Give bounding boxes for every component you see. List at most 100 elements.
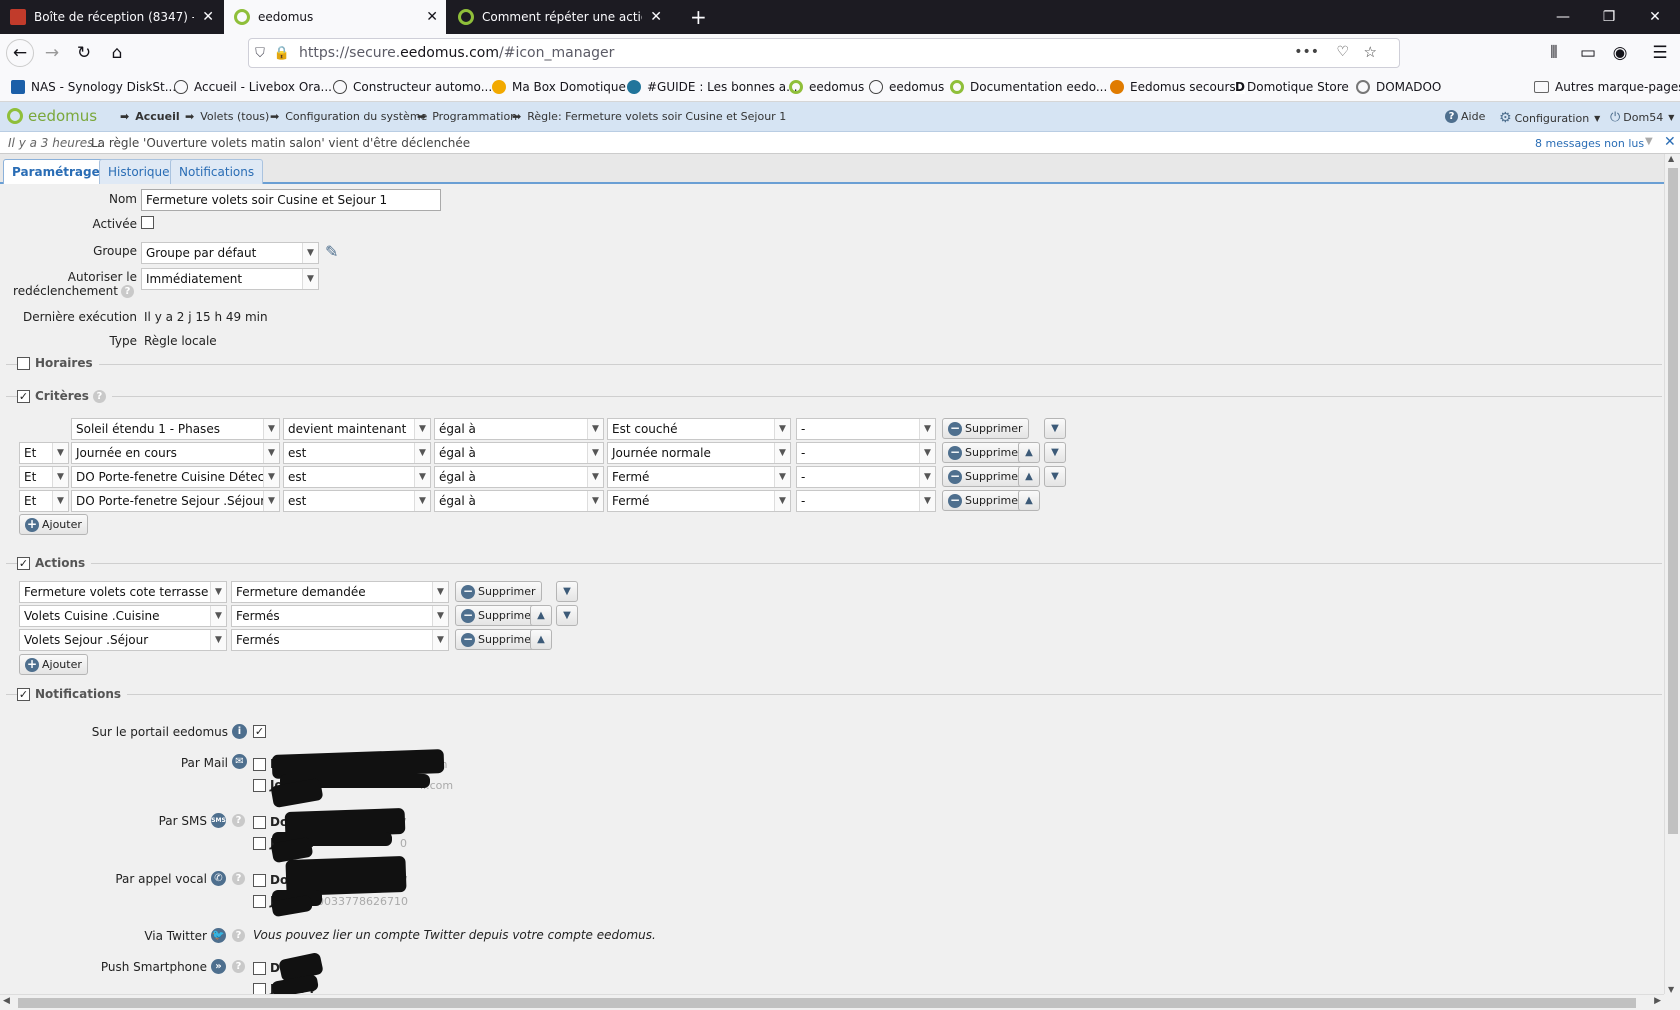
- action-value-select[interactable]: Fermés ▼: [231, 629, 449, 651]
- close-window-icon[interactable]: ✕: [1632, 0, 1678, 34]
- push-dom54-checkbox[interactable]: [253, 962, 266, 975]
- menu-icon[interactable]: ☰: [1646, 39, 1674, 67]
- section-actions[interactable]: ✓ Actions: [17, 556, 92, 570]
- close-tab-icon[interactable]: ✕: [202, 9, 214, 25]
- help-icon[interactable]: ?: [232, 872, 245, 885]
- breadcrumb-configuration[interactable]: ➡ Configuration du système: [270, 110, 427, 123]
- tab-notifications[interactable]: Notifications: [170, 159, 264, 184]
- remove-action-button[interactable]: − Supprimer: [455, 581, 542, 602]
- help-icon[interactable]: ?: [121, 285, 134, 298]
- move-down-icon[interactable]: ▼: [556, 605, 578, 626]
- move-down-icon[interactable]: ▼: [556, 581, 578, 602]
- groupe-select[interactable]: Groupe par défaut ▼: [141, 242, 319, 264]
- tab-parametrage[interactable]: Paramétrage: [3, 159, 109, 184]
- mail-joce54-checkbox[interactable]: [253, 779, 266, 792]
- user-menu[interactable]: ⏻ Dom54 ▼: [1610, 110, 1674, 125]
- move-down-icon[interactable]: ▼: [1044, 442, 1066, 463]
- sms-dom54-checkbox[interactable]: [253, 816, 266, 829]
- criteres-checkbox[interactable]: ✓: [17, 389, 30, 403]
- help-icon[interactable]: ?: [232, 929, 245, 942]
- criterion-cond-select[interactable]: est ▼: [283, 466, 431, 488]
- breadcrumb-accueil[interactable]: ➡ Accueil: [120, 110, 180, 123]
- section-criteres[interactable]: ✓ Critères?: [17, 389, 112, 403]
- eedomus-logo[interactable]: eedomus: [7, 107, 97, 125]
- action-value-select[interactable]: Fermeture demandée ▼: [231, 581, 449, 603]
- pocket-icon[interactable]: ♡: [1336, 44, 1349, 60]
- remove-criterion-button[interactable]: − Supprimer: [942, 490, 1029, 511]
- criterion-extra-select[interactable]: - ▼: [796, 418, 936, 440]
- tab-historique[interactable]: Historique: [99, 159, 179, 184]
- autoriser-select[interactable]: Immédiatement ▼: [141, 268, 319, 290]
- expand-messages-icon[interactable]: ▼: [1645, 136, 1653, 147]
- bookmark-item[interactable]: Documentation eedo...: [950, 78, 1107, 96]
- nom-input[interactable]: Fermeture volets soir Cusine et Sejour 1: [141, 189, 441, 211]
- breadcrumb-volets[interactable]: ➡ Volets (tous): [185, 110, 269, 123]
- move-up-icon[interactable]: ▲: [530, 605, 552, 626]
- home-icon[interactable]: ⌂: [103, 39, 131, 67]
- more-actions-icon[interactable]: •••: [1294, 44, 1319, 60]
- bookmark-item[interactable]: Constructeur automo...: [333, 78, 492, 96]
- horizontal-scroll-thumb[interactable]: [18, 998, 1636, 1008]
- sms-joce54-checkbox[interactable]: [253, 837, 266, 850]
- library-icon[interactable]: ⫴: [1540, 39, 1568, 67]
- move-down-icon[interactable]: ▼: [1044, 418, 1066, 439]
- action-device-select[interactable]: Fermeture volets cote terrasse Vc ▼: [19, 581, 227, 603]
- remove-action-button[interactable]: − Supprimer: [455, 629, 542, 650]
- add-action-button[interactable]: + Ajouter: [19, 654, 88, 675]
- bookmark-item[interactable]: #GUIDE : Les bonnes a...: [627, 78, 798, 96]
- unread-messages-link[interactable]: 8 messages non lus: [1535, 137, 1644, 150]
- criterion-device-select[interactable]: Soleil étendu 1 - Phases ▼: [71, 418, 280, 440]
- edit-pencil-icon[interactable]: ✎: [325, 242, 338, 261]
- criterion-value-select[interactable]: Journée normale ▼: [607, 442, 791, 464]
- browser-tab-eedomus[interactable]: eedomus ✕: [224, 0, 446, 34]
- remove-criterion-button[interactable]: − Supprimer: [942, 418, 1029, 439]
- restore-icon[interactable]: ❐: [1586, 0, 1632, 34]
- close-tab-icon[interactable]: ✕: [426, 9, 438, 25]
- configuration-menu[interactable]: ⚙ Configuration ▼: [1499, 110, 1600, 126]
- move-up-icon[interactable]: ▲: [1018, 442, 1040, 463]
- help-icon[interactable]: ?: [232, 960, 245, 973]
- remove-action-button[interactable]: − Supprimer: [455, 605, 542, 626]
- move-up-icon[interactable]: ▲: [530, 629, 552, 650]
- section-horaires[interactable]: Horaires: [17, 356, 99, 370]
- url-text[interactable]: https://secure.eedomus.com/#icon_manager: [299, 45, 614, 61]
- bookmark-item[interactable]: eedomus: [869, 78, 944, 96]
- browser-tab-mail[interactable]: Boîte de réception (8347) - don ✕: [0, 0, 222, 34]
- vertical-scrollbar[interactable]: ▲ ▼: [1664, 154, 1680, 994]
- scroll-up-icon[interactable]: ▲: [1668, 154, 1674, 163]
- url-bar[interactable]: ⛉ 🔒 https://secure.eedomus.com/#icon_man…: [248, 38, 1400, 68]
- help-icon[interactable]: ?: [232, 814, 245, 827]
- criterion-cond-select[interactable]: est ▼: [283, 442, 431, 464]
- actions-checkbox[interactable]: ✓: [17, 556, 30, 570]
- account-icon[interactable]: ◉: [1606, 39, 1634, 67]
- action-device-select[interactable]: Volets Cuisine .Cuisine ▼: [19, 605, 227, 627]
- bookmark-item[interactable]: Eedomus secours: [1110, 78, 1236, 96]
- info-icon[interactable]: i: [232, 724, 247, 739]
- criterion-cond-select[interactable]: devient maintenant ▼: [283, 418, 431, 440]
- horaires-checkbox[interactable]: [17, 356, 30, 370]
- criterion-extra-select[interactable]: - ▼: [796, 490, 936, 512]
- close-tab-icon[interactable]: ✕: [650, 9, 662, 25]
- horizontal-scrollbar[interactable]: ◀ ▶: [0, 994, 1664, 1010]
- remove-criterion-button[interactable]: − Supprimer: [942, 466, 1029, 487]
- criterion-device-select[interactable]: DO Porte-fenetre Cuisine Détect. ▼: [71, 466, 280, 488]
- help-icon[interactable]: ?: [92, 389, 106, 403]
- forward-icon[interactable]: →: [38, 39, 66, 67]
- add-criterion-button[interactable]: + Ajouter: [19, 514, 88, 535]
- notifications-checkbox[interactable]: ✓: [17, 687, 30, 701]
- push-joce54-checkbox[interactable]: [253, 983, 266, 994]
- bookmark-item[interactable]: Ma Box Domotique: [492, 78, 626, 96]
- scroll-right-icon[interactable]: ▶: [1654, 996, 1661, 1006]
- activee-checkbox[interactable]: [141, 216, 154, 229]
- bookmark-item[interactable]: D Domotique Store: [1235, 78, 1349, 96]
- mail-dom54-checkbox[interactable]: [253, 758, 266, 771]
- criterion-value-select[interactable]: Fermé ▼: [607, 466, 791, 488]
- action-value-select[interactable]: Fermés ▼: [231, 605, 449, 627]
- criterion-cmp-select[interactable]: égal à ▼: [434, 466, 604, 488]
- bookmark-star-icon[interactable]: ☆: [1364, 43, 1377, 61]
- action-device-select[interactable]: Volets Sejour .Séjour ▼: [19, 629, 227, 651]
- criterion-value-select[interactable]: Est couché ▼: [607, 418, 791, 440]
- criterion-cond-select[interactable]: est ▼: [283, 490, 431, 512]
- portail-checkbox[interactable]: ✓: [253, 725, 266, 738]
- move-down-icon[interactable]: ▼: [1044, 466, 1066, 487]
